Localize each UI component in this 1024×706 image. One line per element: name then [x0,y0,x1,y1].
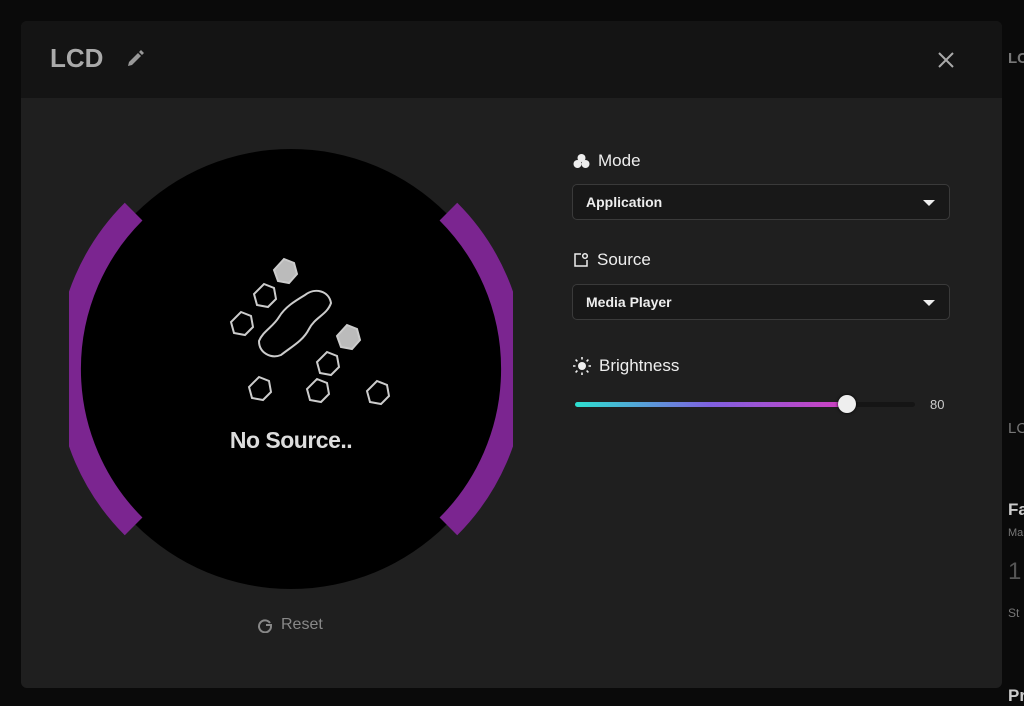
reset-button[interactable]: Reset [257,616,323,634]
bg-text: LC [1008,50,1024,67]
mode-value: Application [586,194,663,210]
mode-circles-icon [573,154,590,168]
brightness-slider[interactable] [575,395,915,413]
bg-text: 1 [1008,558,1022,585]
source-label: Source [573,250,651,270]
bg-text: Pr [1008,686,1024,705]
source-icon [574,252,589,267]
mode-select[interactable]: Application [572,184,950,220]
lcd-preview [69,149,513,589]
dropdown-caret-icon [923,200,935,206]
mode-label: Mode [573,151,641,171]
brightness-slider-thumb[interactable] [838,395,856,413]
brightness-value: 80 [930,397,945,412]
lcd-dialog: LCD No Source.. Reset Mode Application S… [21,21,1002,688]
source-label-text: Source [597,250,651,269]
reset-icon [258,619,273,633]
dialog-title: LCD [50,43,104,73]
source-value: Media Player [586,294,672,310]
brightness-slider-fill [575,402,847,407]
bg-text: Fa [1008,500,1024,519]
sun-icon [573,357,591,375]
no-source-text: No Source.. [229,427,353,453]
source-select[interactable]: Media Player [572,284,950,320]
dropdown-caret-icon [923,300,935,306]
mode-label-text: Mode [598,151,641,170]
bg-text: LC [1008,420,1024,437]
bg-text: St [1008,606,1020,620]
close-icon[interactable] [935,49,957,71]
bg-text: Ma [1008,527,1024,539]
dialog-header: LCD [21,21,1002,98]
brightness-label: Brightness [573,356,679,376]
brightness-label-text: Brightness [599,356,680,375]
edit-pencil-icon[interactable] [125,49,145,69]
reset-label: Reset [281,616,323,633]
